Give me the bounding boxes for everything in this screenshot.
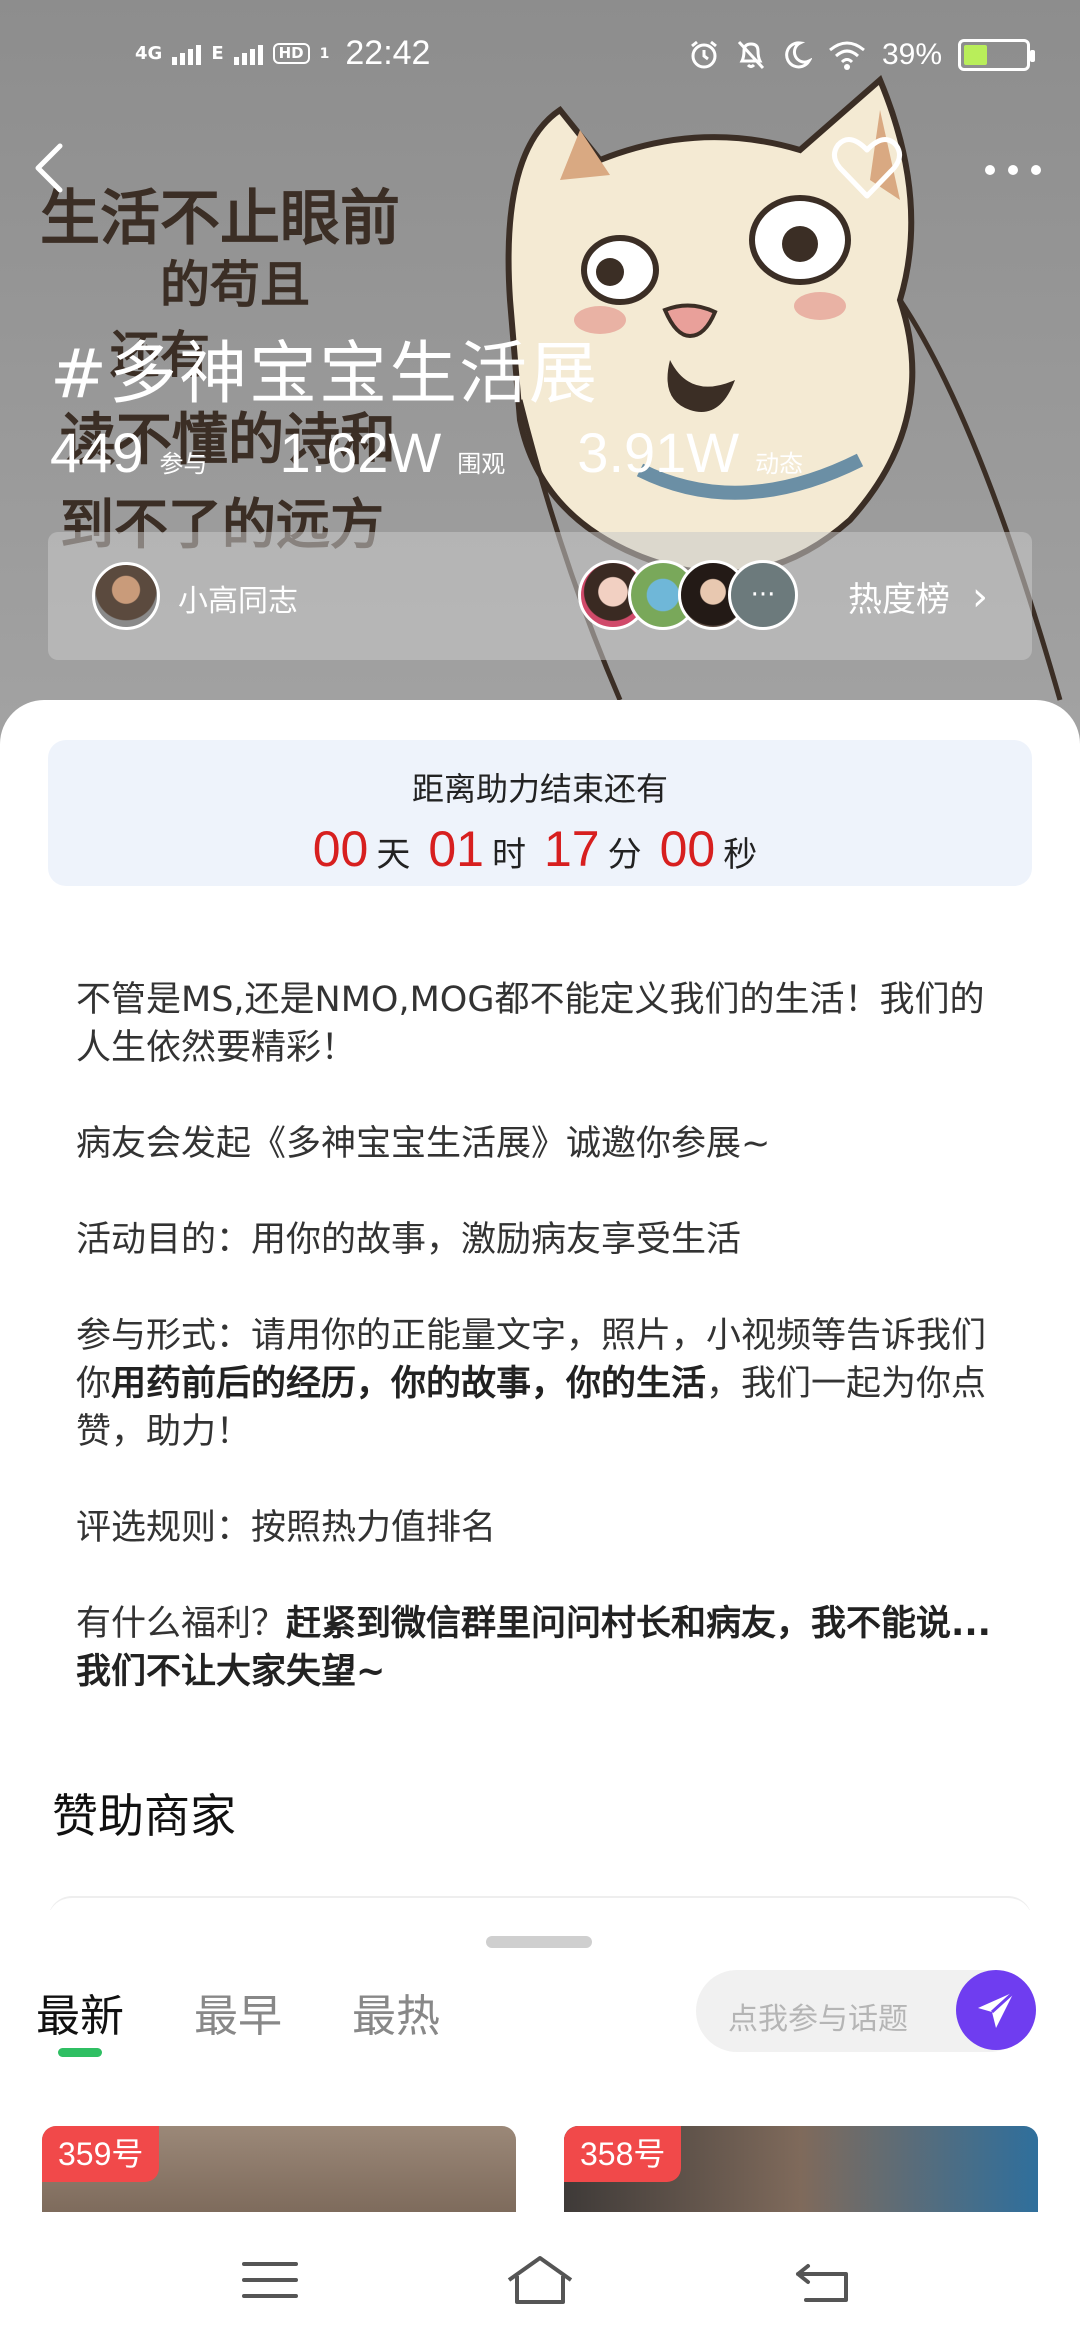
tab-earliest[interactable]: 最早 bbox=[194, 1980, 282, 2044]
more-participants-icon: ··· bbox=[728, 560, 798, 630]
moon-icon bbox=[785, 41, 812, 69]
status-bar: 4G E HD 1 22:42 39% bbox=[0, 0, 1080, 110]
views-count: 1.62W bbox=[279, 421, 442, 484]
topic-banner: 生活不止眼前 的苟且 还有 读不懂的诗和 到不了的远方 4G E HD 1 22… bbox=[0, 0, 1080, 760]
participants-label: 参与 bbox=[159, 450, 208, 478]
creator-bar: 小高同志 ··· 热度榜 › bbox=[48, 532, 1032, 660]
battery-percent: 39% bbox=[881, 38, 942, 71]
post-card[interactable]: 359号 bbox=[42, 2126, 516, 2212]
countdown-days: 00 bbox=[312, 821, 369, 877]
heat-ranking-label: 热度榜 bbox=[848, 580, 950, 620]
more-label: ··· bbox=[750, 580, 776, 610]
views-label: 围观 bbox=[457, 450, 506, 478]
countdown-card: 距离助力结束还有 00 天 01 时 17 分 00 秒 bbox=[48, 740, 1032, 886]
tab-hottest[interactable]: 最热 bbox=[352, 1980, 440, 2044]
signal-bars-icon bbox=[233, 43, 263, 65]
description-paragraph: 有什么福利？赶紧到微信群里问问村长和病友，我不能说...我们不让大家失望~ bbox=[76, 1600, 1006, 1696]
posts-label: 动态 bbox=[755, 450, 804, 478]
description-paragraph: 病友会发起《多神宝宝生活展》诚邀你参展~ bbox=[76, 1124, 771, 1164]
countdown-hours-unit: 时 bbox=[492, 835, 526, 875]
alarm-icon bbox=[691, 40, 717, 69]
battery-icon bbox=[958, 39, 1035, 71]
join-topic-placeholder: 点我参与话题 bbox=[728, 2002, 908, 2037]
menu-icon[interactable] bbox=[236, 2252, 306, 2308]
countdown-hours: 01 bbox=[428, 821, 484, 877]
sim-label: 1 bbox=[319, 45, 330, 62]
countdown-minutes: 17 bbox=[544, 821, 600, 877]
wifi-icon bbox=[829, 41, 865, 70]
send-plane-icon bbox=[978, 1990, 1016, 2028]
post-number-badge: 358号 bbox=[564, 2126, 682, 2182]
mute-icon bbox=[737, 40, 765, 70]
description-paragraph: 活动目的：用你的故事，激励病友享受生活 bbox=[76, 1220, 742, 1260]
topic-title: #多神宝宝生活展 bbox=[50, 335, 599, 414]
tab-label: 最早 bbox=[194, 1991, 282, 2042]
clock: 22:42 bbox=[345, 34, 431, 72]
countdown-label: 距离助力结束还有 bbox=[411, 770, 668, 808]
banner-art-line: 的苟且 bbox=[160, 255, 310, 314]
tab-label: 最热 bbox=[352, 1991, 440, 2042]
send-button[interactable] bbox=[956, 1970, 1036, 2050]
post-number-badge: 359号 bbox=[42, 2126, 160, 2182]
signal-label-e: E bbox=[211, 42, 224, 64]
battery-level bbox=[964, 45, 988, 65]
post-card[interactable]: 358号 bbox=[564, 2126, 1038, 2212]
countdown-seconds: 00 bbox=[659, 821, 716, 877]
creator-avatar[interactable] bbox=[92, 562, 160, 630]
more-dots-icon[interactable] bbox=[978, 150, 1048, 190]
back-icon[interactable] bbox=[790, 2252, 860, 2308]
tab-label: 最新 bbox=[36, 1991, 124, 2042]
sort-tabs: 最新 最早 最热 bbox=[36, 1980, 440, 2057]
participant-avatars[interactable]: ··· bbox=[578, 560, 818, 632]
description-paragraph: 不管是MS,还是NMO,MOG都不能定义我们的生活！我们的人生依然要精彩！ bbox=[76, 980, 985, 1068]
chevron-right-icon: › bbox=[972, 573, 988, 620]
post-grid: 359号 358号 bbox=[0, 2126, 1080, 2212]
signal-label-4g: 4G bbox=[135, 42, 163, 64]
description-paragraph: 参与形式：请用你的正能量文字，照片，小视频等告诉我们你用药前后的经历，你的故事，… bbox=[76, 1312, 1006, 1456]
topic-description: 不管是MS,还是NMO,MOG都不能定义我们的生活！我们的人生依然要精彩！ 病友… bbox=[76, 976, 1006, 1744]
countdown-seconds-unit: 秒 bbox=[723, 835, 758, 875]
back-chevron-icon[interactable] bbox=[22, 138, 82, 198]
description-text: 有什么福利？ bbox=[76, 1604, 287, 1644]
topic-stats: 449 参与 1.62W 围观 3.91W 动态 bbox=[50, 420, 875, 485]
countdown-days-unit: 天 bbox=[376, 835, 411, 875]
drag-handle[interactable] bbox=[486, 1936, 592, 1948]
home-icon[interactable] bbox=[505, 2252, 575, 2308]
active-tab-indicator bbox=[58, 2048, 102, 2057]
system-navigation-bar bbox=[0, 2212, 1080, 2340]
sponsor-section-title: 赞助商家 bbox=[52, 1789, 236, 1843]
heat-ranking-link[interactable]: 热度榜 › bbox=[848, 572, 988, 621]
posts-count: 3.91W bbox=[577, 421, 740, 484]
countdown-minutes-unit: 分 bbox=[607, 835, 642, 875]
description-bold-text: 用药前后的经历，你的故事，你的生活 bbox=[111, 1364, 707, 1404]
signal-bars-icon bbox=[172, 43, 202, 65]
hd-badge: HD bbox=[272, 43, 310, 64]
tab-latest[interactable]: 最新 bbox=[36, 1980, 124, 2057]
participants-count: 449 bbox=[50, 421, 144, 484]
banner-art-line: 生活不止眼前 bbox=[40, 184, 400, 254]
description-paragraph: 评选规则：按照热力值排名 bbox=[76, 1508, 497, 1548]
creator-name[interactable]: 小高同志 bbox=[178, 576, 298, 620]
countdown-timer: 00 天 01 时 17 分 00 秒 bbox=[48, 820, 1032, 878]
heart-outline-icon[interactable] bbox=[830, 132, 904, 202]
